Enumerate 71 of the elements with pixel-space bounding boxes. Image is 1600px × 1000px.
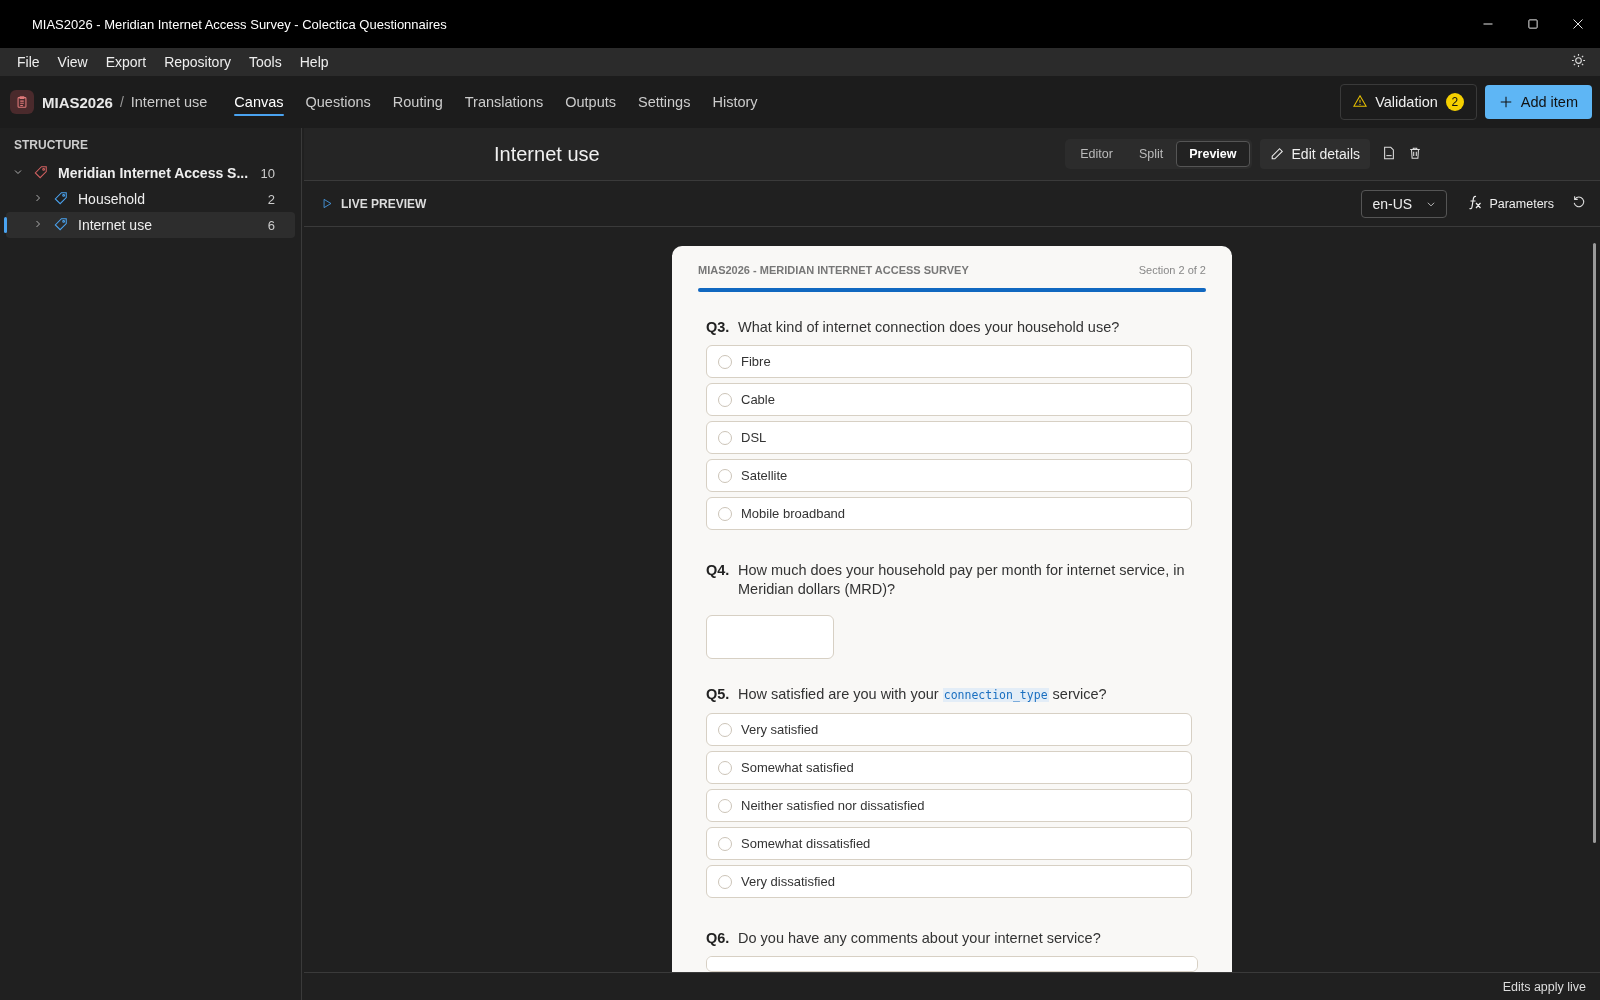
menu-item[interactable]: Help: [290, 54, 338, 70]
clipboard-icon: [15, 95, 29, 109]
tree-item[interactable]: Meridian Internet Access S... 10: [6, 160, 295, 186]
edit-details-button[interactable]: Edit details: [1259, 139, 1370, 169]
nav-tab[interactable]: Settings: [627, 76, 702, 128]
maximize-icon: [1526, 18, 1539, 30]
view-mode-tab[interactable]: Split: [1125, 141, 1177, 167]
pdf-file-icon: [1382, 145, 1396, 160]
question-number: Q3.: [706, 318, 731, 337]
question-text: How satisfied are you with your connection_type service?: [738, 685, 1107, 704]
answer-option[interactable]: Somewhat satisfied: [706, 751, 1192, 784]
question-number: Q4.: [706, 561, 731, 580]
live-preview-label: LIVE PREVIEW: [341, 196, 427, 211]
nav-tab[interactable]: Canvas: [223, 76, 295, 128]
scrollbar[interactable]: [1593, 243, 1596, 843]
page-title: Internet use: [494, 142, 600, 166]
menu-item[interactable]: Export: [96, 54, 156, 70]
sidebar-heading: STRUCTURE: [13, 138, 89, 154]
nav-tab[interactable]: History: [701, 76, 769, 128]
nav-tab[interactable]: Translations: [453, 76, 555, 128]
language-dropdown[interactable]: en-US: [1361, 189, 1448, 218]
reset-icon: [1572, 195, 1586, 209]
tag-icon: [34, 164, 48, 179]
plus-icon: [1498, 95, 1513, 109]
view-mode-tab[interactable]: Preview: [1176, 141, 1250, 167]
menu-item[interactable]: View: [48, 54, 97, 70]
close-icon: [1571, 18, 1584, 30]
pencil-icon: [1269, 147, 1284, 161]
tree-item[interactable]: Household 2: [6, 186, 295, 212]
trash-icon: [1408, 145, 1422, 160]
validation-button[interactable]: Validation 2: [1340, 84, 1477, 120]
section-indicator: Section 2 of 2: [1138, 264, 1206, 276]
add-item-button[interactable]: Add item: [1484, 85, 1592, 119]
play-icon: [322, 197, 333, 209]
breadcrumb-separator: /: [119, 94, 124, 110]
answer-option[interactable]: Very dissatisfied: [706, 865, 1192, 898]
answer-option[interactable]: Very satisfied: [706, 713, 1192, 746]
tag-icon: [54, 190, 68, 205]
comment-field[interactable]: [706, 956, 1198, 972]
question-number: Q5.: [706, 685, 731, 704]
answer-option[interactable]: DSL: [706, 421, 1192, 454]
answer-option[interactable]: Mobile broadband: [706, 497, 1192, 530]
answer-option[interactable]: Fibre: [706, 345, 1192, 378]
function-icon: [1467, 194, 1484, 210]
tree-item[interactable]: Internet use 6: [6, 212, 295, 238]
question-text: How much does your household pay per month for internet service, in Meridian dollars (MRD)?: [738, 561, 1186, 599]
nav-tab[interactable]: Questions: [294, 76, 382, 128]
question-text: What kind of internet connection does your household use?: [738, 318, 1120, 337]
number-field[interactable]: [706, 615, 834, 659]
window-title: MIAS2026 - Meridian Internet Access Survey - Colectica Questionnaires: [32, 16, 447, 32]
answer-option[interactable]: Neither satisfied nor dissatisfied: [706, 789, 1192, 822]
nav-tab[interactable]: Routing: [381, 76, 454, 128]
question-text: Do you have any comments about your internet service?: [738, 929, 1101, 948]
nav-tab[interactable]: Outputs: [554, 76, 628, 128]
count-badge: 2: [1445, 93, 1464, 111]
menu-item[interactable]: Repository: [155, 54, 241, 70]
answer-option[interactable]: Satellite: [706, 459, 1192, 492]
question-number: Q6.: [706, 929, 731, 948]
breadcrumb-section[interactable]: Internet use: [130, 94, 208, 110]
answer-option[interactable]: Somewhat dissatisfied: [706, 827, 1192, 860]
project-name: MIAS2026: [42, 93, 113, 111]
answer-option[interactable]: Cable: [706, 383, 1192, 416]
parameters-button[interactable]: Parameters: [1461, 193, 1560, 214]
tag-icon: [54, 216, 68, 231]
menu-item[interactable]: File: [8, 54, 49, 70]
view-mode-tab[interactable]: Editor: [1067, 141, 1126, 167]
sun-icon: [1571, 53, 1586, 68]
status-text: Edits apply live: [1502, 979, 1586, 994]
menu-item[interactable]: Tools: [240, 54, 291, 70]
survey-title: MIAS2026 - MERIDIAN INTERNET ACCESS SURVEY: [698, 264, 969, 276]
warning-icon: [1353, 93, 1368, 108]
